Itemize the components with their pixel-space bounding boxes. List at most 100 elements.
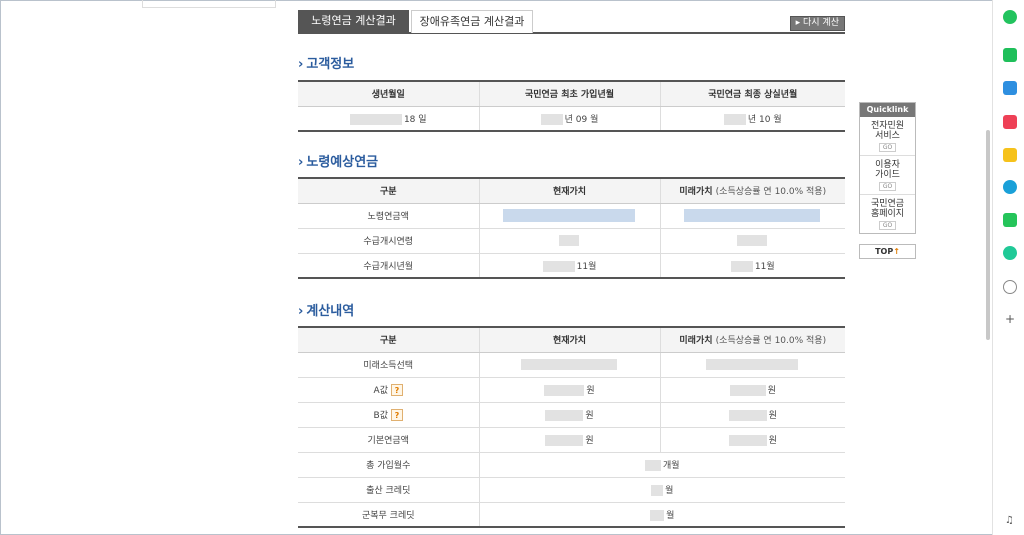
header-category: 구분 [298,177,479,204]
cell-text: 원 [585,411,594,421]
go-button[interactable]: GO [878,221,897,230]
cell-future: 원 [659,402,845,428]
redacted-value [349,113,402,125]
redacted-value [520,359,617,370]
redacted-value [651,485,664,496]
redacted-value [729,385,766,396]
quicklink-e-civil-service[interactable]: 전자민원 서비스 GO [860,117,915,156]
customer-table: 생년월일 국민연금 최초 가입년월 국민연금 최종 상실년월 18 일 년 09… [298,80,845,132]
cell-future [659,352,845,378]
edge-icon[interactable] [1003,180,1017,194]
quicklink-label: 서비스 [875,131,900,141]
row-label-text: A값 [373,385,388,396]
row-label-text: B값 [373,410,388,421]
tab-disability-survivor-pension[interactable]: 장애유족연금 계산결과 [411,10,533,33]
arrow-up-icon: ↑ [893,247,900,256]
header-current-value: 현재가치 [478,326,660,353]
pension-table: 구분 현재가치 미래가치 (소득상승률 연 10.0% 적용) 노령연금액 수급… [298,177,845,279]
cell-text: 월 [665,486,674,496]
cell-first-join: 년 09 월 [478,106,660,132]
table-row: B값? 원 원 [298,402,845,428]
star-icon[interactable] [1003,148,1017,162]
quicklink-label: 국민연금 [870,199,905,209]
redacted-value [540,113,563,125]
green-square-icon[interactable] [1003,213,1017,227]
cell-text: 개월 [662,461,680,471]
chevron-right-icon: › [298,155,304,170]
top-panel-stub [142,0,276,8]
table-row: 총 가입월수 개월 [298,452,845,478]
header-text: 미래가치 [679,336,713,347]
cell-future [659,203,845,229]
mail-icon[interactable] [1003,81,1017,95]
cell-text: 원 [768,411,777,421]
table-row: 노령연금액 [298,203,845,229]
redacted-value [502,209,635,222]
quicklink-nps-homepage[interactable]: 국민연금 홈페이지 GO [860,195,915,233]
top-label: TOP [875,247,894,256]
quicklink-label: 가이드 [875,170,900,180]
play-icon[interactable] [1003,246,1017,260]
table-row: 수급개시연령 [298,228,845,254]
table-row: 수급개시년월 11월 11월 [298,253,845,279]
green-chat-icon[interactable] [1003,48,1017,62]
header-last-loss: 국민연금 최종 상실년월 [659,80,845,107]
chevron-right-icon: › [298,57,304,72]
cell-last-loss: 년 10 월 [659,106,845,132]
cell-text: 18 일 [403,114,427,125]
table-header-row: 구분 현재가치 미래가치 (소득상승률 연 10.0% 적용) [298,177,845,204]
row-label: 총 가입월수 [298,452,479,478]
cell-text: 원 [585,436,594,446]
cell-merged: 월 [478,502,845,528]
table-row: 군복무 크레딧 월 [298,502,845,528]
cell-text: 11월 [576,261,597,272]
cell-current [478,228,660,254]
redacted-value [545,410,584,421]
redacted-value [728,435,767,446]
table-header-row: 구분 현재가치 미래가치 (소득상승률 연 10.0% 적용) [298,326,845,353]
table-row: 출산 크레딧 월 [298,477,845,503]
quicklink-label: 전자민원 [870,121,905,131]
face-icon[interactable] [1003,280,1017,294]
bell-icon[interactable]: ♫ [1005,515,1014,526]
header-text: 미래가치 [679,187,713,198]
green-circle-icon[interactable] [1003,10,1017,24]
section-title-text: 고객정보 [306,57,355,72]
section-title-calc: › 계산내역 [298,300,354,319]
cell-future: 11월 [659,253,845,279]
header-future-value: 미래가치 (소득상승률 연 10.0% 적용) [659,326,845,353]
cell-future [659,228,845,254]
table-row: 미래소득선택 [298,352,845,378]
add-icon[interactable]: + [1005,312,1015,326]
quicklink-label: 홈페이지 [870,209,905,219]
tab-old-age-pension[interactable]: 노령연금 계산결과 [298,10,409,33]
cell-text: 원 [586,386,595,396]
quicklink-panel: Quicklink 전자민원 서비스 GO 이용자 가이드 GO 국민연금 홈페… [859,102,916,234]
go-button[interactable]: GO [878,182,897,191]
redacted-value [728,410,767,421]
scrollbar-thumb[interactable] [986,130,990,340]
redacted-value [705,359,798,370]
quicklink-user-guide[interactable]: 이용자 가이드 GO [860,156,915,195]
row-label: 기본연금액 [298,427,479,453]
header-birthdate: 생년월일 [298,80,479,107]
go-button[interactable]: GO [878,143,897,152]
cell-merged: 개월 [478,452,845,478]
help-icon[interactable]: ? [390,409,403,422]
redacted-value [544,385,585,396]
header-note: (소득상승률 연 10.0% 적용) [715,336,827,347]
header-current-value: 현재가치 [478,177,660,204]
cell-current: 11월 [478,253,660,279]
table-row: 기본연금액 원 원 [298,427,845,453]
table-header-row: 생년월일 국민연금 최초 가입년월 국민연금 최종 상실년월 [298,80,845,107]
pocket-icon[interactable] [1003,115,1017,129]
chevron-right-icon: › [298,304,304,319]
recalculate-button[interactable]: ▸ 다시 계산 [789,16,845,31]
result-tabs: 노령연금 계산결과 장애유족연금 계산결과 ▸ 다시 계산 [298,10,845,34]
cell-future: 원 [659,377,845,403]
row-label: 수급개시년월 [298,253,479,279]
help-icon[interactable]: ? [390,384,403,397]
quicklink-label: 이용자 [875,160,900,170]
scroll-to-top-button[interactable]: TOP↑ [859,244,916,259]
section-title-text: 노령예상연금 [306,155,379,170]
